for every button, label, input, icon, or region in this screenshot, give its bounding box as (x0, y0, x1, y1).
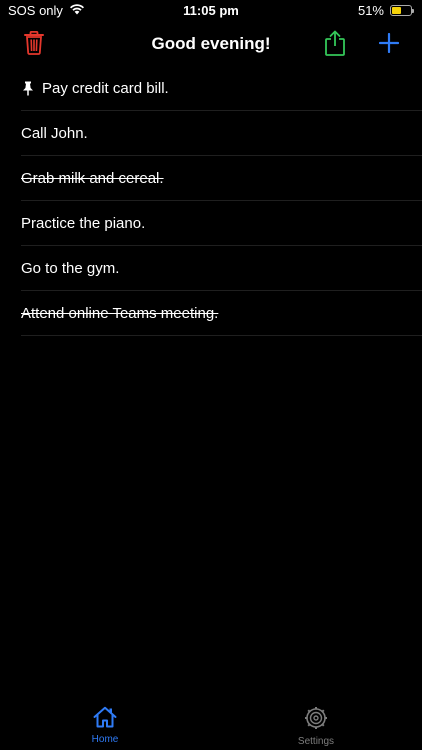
battery-icon (390, 5, 414, 16)
battery-percent: 51% (357, 3, 384, 18)
task-item[interactable]: Go to the gym. (21, 246, 422, 291)
task-item-completed[interactable]: Grab milk and cereal. (21, 156, 422, 201)
share-button[interactable] (319, 29, 351, 61)
task-text: Practice the piano. (21, 214, 146, 232)
page-title: Good evening! (151, 34, 271, 53)
task-text: Pay credit card bill. (42, 79, 169, 97)
plus-icon (378, 32, 400, 58)
battery-fill (392, 7, 402, 14)
pin-icon (21, 80, 35, 96)
tab-home-label: Home (91, 734, 119, 745)
gear-icon (304, 706, 328, 733)
tab-home[interactable]: Home (45, 706, 165, 745)
share-icon (324, 30, 346, 61)
status-bar: SOS only 11:05 pm 51% (0, 0, 422, 24)
task-item-completed[interactable]: Attend online Teams meeting. (21, 291, 422, 336)
task-list: Pay credit card bill. Call John. Grab mi… (21, 66, 422, 336)
add-button[interactable] (373, 29, 405, 61)
task-text: Call John. (21, 124, 88, 142)
task-text: Grab milk and cereal. (21, 169, 164, 187)
tab-settings-label: Settings (297, 736, 335, 747)
nav-bar: Good evening! (0, 24, 422, 66)
tab-bar: Home Settings (0, 700, 422, 750)
house-icon (93, 706, 117, 731)
task-text: Go to the gym. (21, 259, 120, 277)
tab-settings[interactable]: Settings (256, 706, 376, 747)
status-right: 51% (357, 3, 414, 18)
task-item[interactable]: Call John. (21, 111, 422, 156)
task-item[interactable]: Pay credit card bill. (21, 66, 422, 111)
task-text: Attend online Teams meeting. (21, 304, 219, 322)
task-item[interactable]: Practice the piano. (21, 201, 422, 246)
